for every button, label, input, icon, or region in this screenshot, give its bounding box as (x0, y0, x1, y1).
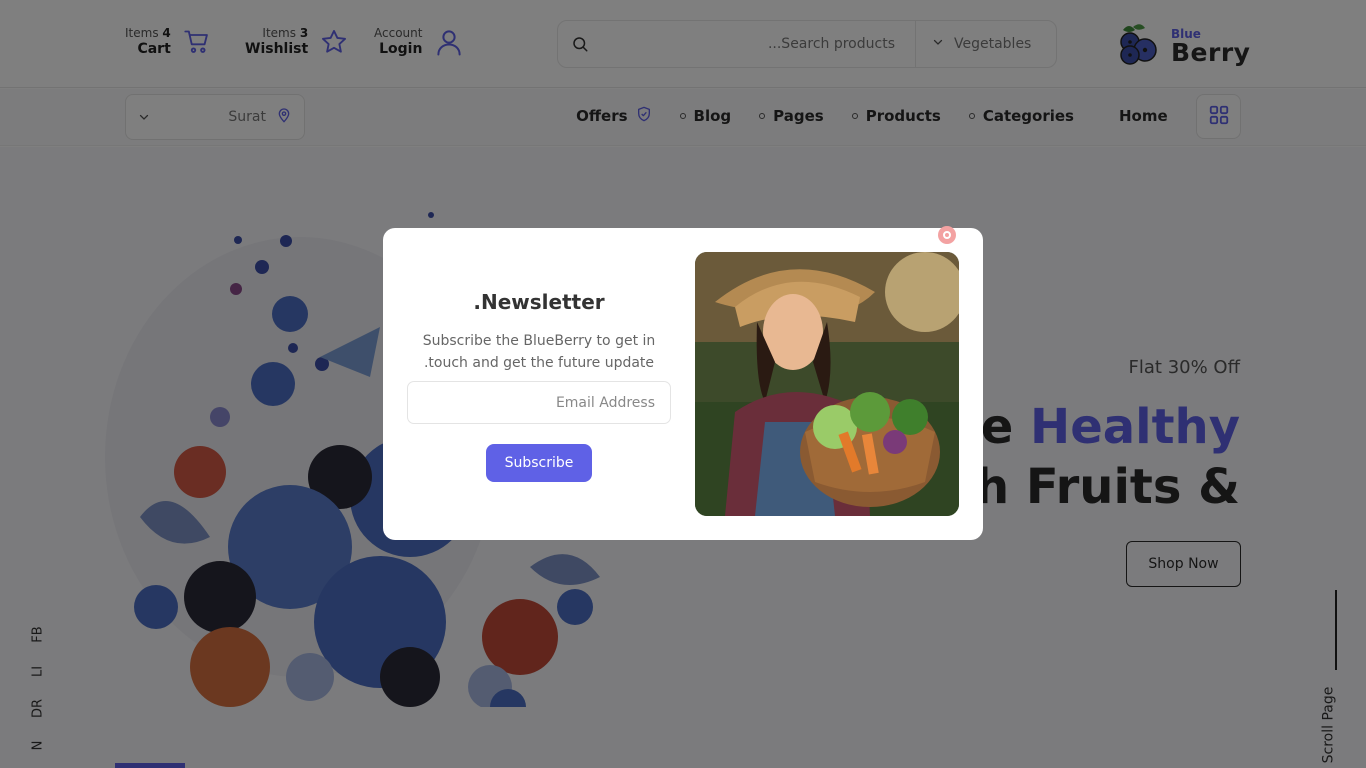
close-button[interactable] (938, 226, 956, 244)
newsletter-image (695, 252, 959, 516)
newsletter-title: .Newsletter (473, 290, 605, 314)
close-icon (943, 231, 951, 239)
newsletter-description: Subscribe the BlueBerry to get in .touch… (422, 333, 656, 371)
newsletter-modal: .Newsletter Subscribe the BlueBerry to g… (383, 226, 983, 540)
email-field[interactable] (407, 381, 671, 424)
subscribe-button[interactable]: Subscribe (486, 444, 592, 482)
